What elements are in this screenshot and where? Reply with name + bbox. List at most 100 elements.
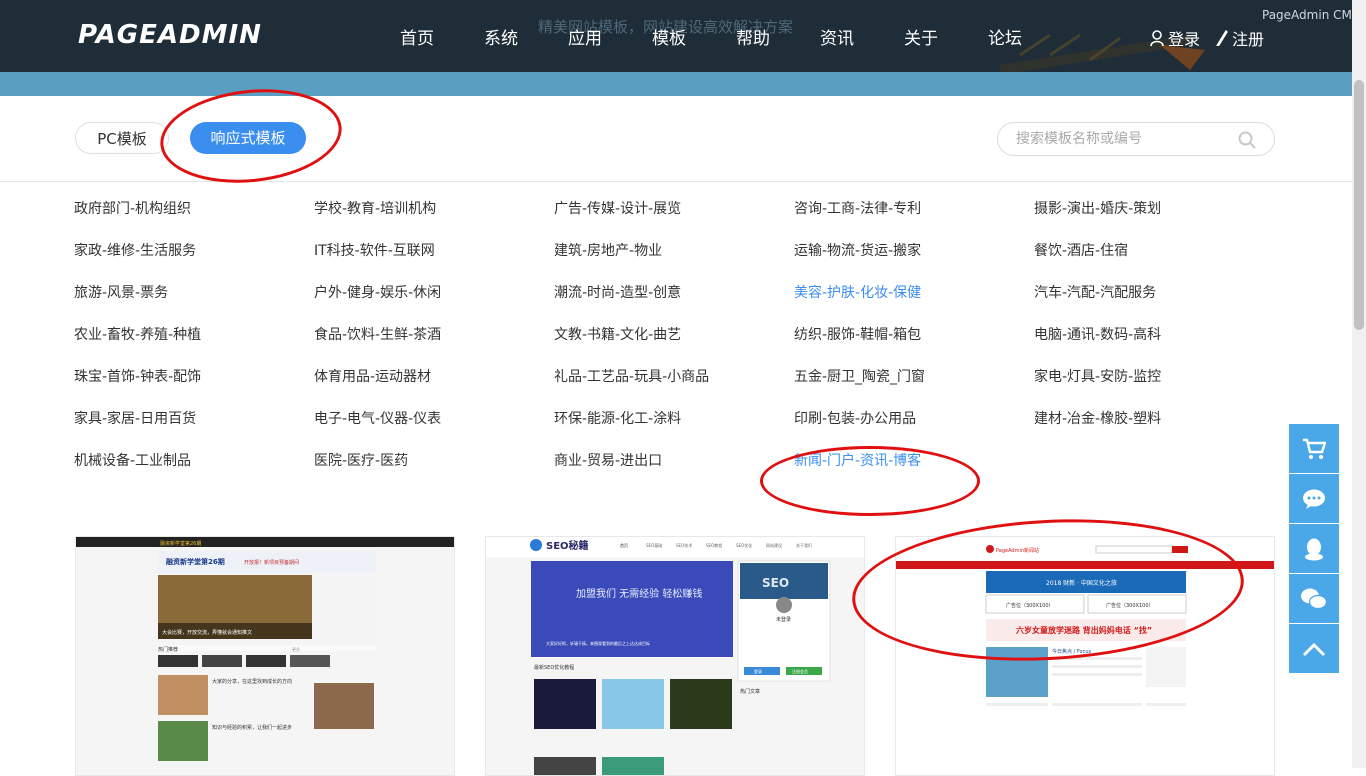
register-link[interactable]: 注册: [1216, 26, 1264, 50]
card2-nav-0: 首页: [620, 542, 628, 548]
main-nav: 首页 系统 应用 模板 帮助 资讯 关于 论坛: [400, 24, 1072, 49]
message-button[interactable]: [1289, 474, 1339, 523]
nav-help[interactable]: 帮助: [736, 24, 820, 49]
card2-banner: 加盟我们 无需经验 轻松赚钱: [576, 587, 702, 600]
card1-header-tag: 融资新学堂第26期: [160, 540, 201, 547]
category-link[interactable]: 运输-物流-货运-搬家: [794, 242, 1034, 260]
category-link[interactable]: 潮流-时尚-造型-创意: [554, 284, 794, 302]
card1-banner: 融资新学堂第26期: [166, 557, 225, 566]
cart-button[interactable]: [1289, 424, 1339, 473]
category-link[interactable]: 食品-饮料-生鲜-茶酒: [314, 326, 554, 344]
page-scrollbar[interactable]: [1352, 0, 1366, 768]
top-navigation-bar: PAGEADMIN 精美网站模板，网站建设高效解决方案 PageAdmin CM…: [0, 0, 1366, 96]
card2-logo: SEO秘籍: [546, 539, 589, 552]
card2-nav-5: 网站建设: [766, 542, 782, 548]
card2-register-btn: 注册会员: [792, 668, 808, 674]
card2-section-title: 最新SEO优化教程: [534, 664, 574, 671]
highlight-ring-news-category: [760, 446, 980, 516]
card2-side-title: 热门文章: [740, 688, 760, 695]
category-link[interactable]: 纺织-服饰-鞋帽-箱包: [794, 326, 1034, 344]
card2-nav-3: SEO教程: [706, 542, 722, 548]
template-card-2[interactable]: SEO秘籍 首页 SEO基础 SEO技术 SEO教程 SEO优化 网站建设 关于…: [485, 536, 865, 776]
card2-nav-6: 关于我们: [796, 542, 812, 548]
search-icon[interactable]: [1238, 131, 1256, 149]
qq-button[interactable]: [1289, 524, 1339, 573]
card1-banner-sub: 开放报！新项目预备期间: [244, 559, 299, 566]
card1-section-title: 热门推荐: [158, 646, 178, 653]
category-link[interactable]: 家具-家居-日用百货: [74, 410, 314, 428]
category-link[interactable]: 家政-维修-生活服务: [74, 242, 314, 260]
category-link[interactable]: 旅游-风景-票务: [74, 284, 314, 302]
category-link[interactable]: 印刷-包装-办公用品: [794, 410, 1034, 428]
nav-forum[interactable]: 论坛: [988, 24, 1072, 49]
card2-thumb-text: SEO: [762, 576, 789, 590]
scrollbar-thumb[interactable]: [1354, 80, 1364, 330]
category-link-highlighted[interactable]: 美容-护肤-化妆-保健: [794, 284, 1034, 302]
category-grid: 政府部门-机构组织 学校-教育-培训机构 广告-传媒-设计-展览 咨询-工商-法…: [74, 200, 1274, 470]
brand-tag: PageAdmin CMS: [1262, 8, 1360, 22]
card1-slide-caption: 大会比赛，开放交流，弄懂就会通知推文: [162, 629, 252, 636]
nav-templates[interactable]: 模板: [652, 24, 736, 49]
card1-more: 更多: [292, 646, 300, 652]
category-link[interactable]: 电脑-通讯-数码-高科: [1034, 326, 1274, 344]
template-preview-1: 融资新学堂第26期 融资新学堂第26期 开放报！新项目预备期间 大会比赛，开放交…: [76, 537, 454, 761]
nav-apps[interactable]: 应用: [568, 24, 652, 49]
tab-pc-templates[interactable]: PC模板: [75, 122, 169, 154]
login-label: 登录: [1168, 30, 1201, 49]
category-link[interactable]: 餐饮-酒店-住宿: [1034, 242, 1274, 260]
category-link[interactable]: 文教-书籍-文化-曲艺: [554, 326, 794, 344]
back-to-top-button[interactable]: [1289, 624, 1339, 673]
category-link[interactable]: 商业-贸易-进出口: [554, 452, 794, 470]
category-link[interactable]: 建材-冶金-橡胶-塑料: [1034, 410, 1274, 428]
category-link[interactable]: 环保-能源-化工-涂料: [554, 410, 794, 428]
card2-login-btn: 登录: [754, 668, 762, 674]
floating-side-toolbar: [1289, 424, 1339, 674]
category-link[interactable]: 农业-畜牧-养殖-种植: [74, 326, 314, 344]
auth-links: 登录 注册: [1150, 26, 1264, 50]
user-icon: [1150, 30, 1164, 46]
category-link[interactable]: 医院-医疗-医药: [314, 452, 554, 470]
pageadmin-logo[interactable]: PAGEADMIN: [78, 20, 262, 50]
category-link[interactable]: 学校-教育-培训机构: [314, 200, 554, 218]
wechat-button[interactable]: [1289, 574, 1339, 623]
nav-about[interactable]: 关于: [904, 24, 988, 49]
category-link[interactable]: 家电-灯具-安防-监控: [1034, 368, 1274, 386]
card1-item2: 知识与经验的积累，让我们一起进步: [212, 724, 292, 731]
card2-banner-sub: 大家好好抓，轩辕干搞，来围观看到的最后之上达达成目标: [546, 640, 650, 646]
category-link[interactable]: 珠宝-首饰-钟表-配饰: [74, 368, 314, 386]
category-link[interactable]: 建筑-房地产-物业: [554, 242, 794, 260]
card2-profile: 未登录: [776, 616, 791, 623]
card2-nav-1: SEO基础: [646, 542, 662, 548]
chevron-up-icon: [1302, 642, 1326, 656]
nav-news[interactable]: 资讯: [820, 24, 904, 49]
category-link[interactable]: 五金-厨卫_陶瓷_门窗: [794, 368, 1034, 386]
register-label: 注册: [1232, 30, 1265, 49]
cart-icon: [1303, 438, 1326, 459]
category-link[interactable]: 体育用品-运动器材: [314, 368, 554, 386]
wechat-icon: [1301, 588, 1328, 609]
template-preview-2: SEO秘籍 首页 SEO基础 SEO技术 SEO教程 SEO优化 网站建设 关于…: [486, 537, 864, 775]
category-link[interactable]: 户外-健身-娱乐-休闲: [314, 284, 554, 302]
category-link[interactable]: IT科技-软件-互联网: [314, 242, 554, 260]
template-search-box: [997, 122, 1275, 156]
card1-item1: 大家的分享，在这里找到成长的方向: [212, 678, 292, 685]
category-link[interactable]: 广告-传媒-设计-展览: [554, 200, 794, 218]
category-link[interactable]: 电子-电气-仪器-仪表: [314, 410, 554, 428]
template-search-input[interactable]: [1016, 131, 1226, 147]
category-link[interactable]: 摄影-演出-婚庆-策划: [1034, 200, 1274, 218]
category-link[interactable]: 礼品-工艺品-玩具-小商品: [554, 368, 794, 386]
category-link[interactable]: 政府部门-机构组织: [74, 200, 314, 218]
header-accent-stripe: [0, 72, 1352, 96]
card2-nav-2: SEO技术: [676, 542, 692, 548]
category-link[interactable]: 咨询-工商-法律-专利: [794, 200, 1034, 218]
nav-home[interactable]: 首页: [400, 24, 484, 49]
template-card-1[interactable]: 融资新学堂第26期 融资新学堂第26期 开放报！新项目预备期间 大会比赛，开放交…: [75, 536, 455, 776]
nav-system[interactable]: 系统: [484, 24, 568, 49]
pencil-icon: [1216, 30, 1228, 46]
qq-penguin-icon: [1305, 538, 1323, 560]
category-link[interactable]: 汽车-汽配-汽配服务: [1034, 284, 1274, 302]
card2-nav-4: SEO优化: [736, 542, 752, 548]
login-link[interactable]: 登录: [1150, 26, 1200, 50]
chat-bubble-icon: [1303, 489, 1325, 509]
category-link[interactable]: 机械设备-工业制品: [74, 452, 314, 470]
